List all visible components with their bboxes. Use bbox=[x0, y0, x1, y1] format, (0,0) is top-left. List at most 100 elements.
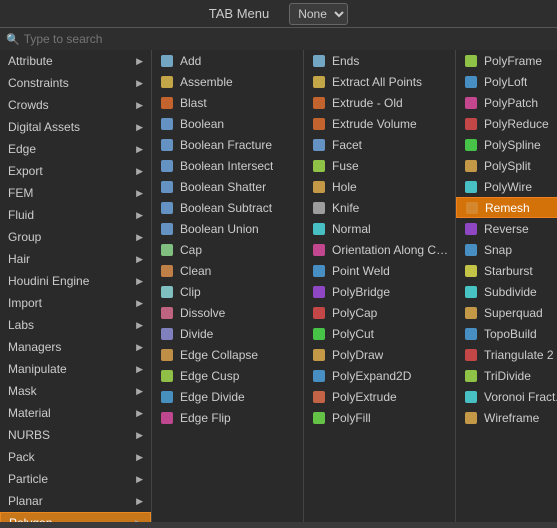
edgediv-icon bbox=[158, 388, 176, 406]
menu-item-superquad[interactable]: Superquad bbox=[456, 302, 557, 323]
menu-item-tridivide[interactable]: TriDivide bbox=[456, 365, 557, 386]
submenu-col3: PolyFramePolyLoftPolyPatchPolyReducePoly… bbox=[456, 50, 557, 522]
none-dropdown[interactable]: None bbox=[289, 3, 348, 25]
menu-item-clip[interactable]: Clip bbox=[152, 281, 303, 302]
menu-item-label: Edge Cusp bbox=[180, 369, 239, 383]
sidebar-item-planar[interactable]: Planar▶ bbox=[0, 490, 151, 512]
menu-item-extract-all-points[interactable]: Extract All Points bbox=[304, 71, 455, 92]
menu-item-topobuild[interactable]: TopoBuild bbox=[456, 323, 557, 344]
menu-item-extrude-old[interactable]: Extrude - Old bbox=[304, 92, 455, 113]
sidebar-item-import[interactable]: Import▶ bbox=[0, 292, 151, 314]
menu-item-polycap[interactable]: PolyCap bbox=[304, 302, 455, 323]
bool-icon bbox=[158, 136, 176, 154]
menu-item-ends[interactable]: Ends bbox=[304, 50, 455, 71]
menu-item-polyloft[interactable]: PolyLoft bbox=[456, 71, 557, 92]
menu-item-hole[interactable]: Hole bbox=[304, 176, 455, 197]
menu-item-assemble[interactable]: Assemble bbox=[152, 71, 303, 92]
menu-item-label: Hole bbox=[332, 180, 357, 194]
menu-item-extrude-volume[interactable]: Extrude Volume bbox=[304, 113, 455, 134]
sidebar-item-hair[interactable]: Hair▶ bbox=[0, 248, 151, 270]
sidebar-item-material[interactable]: Material▶ bbox=[0, 402, 151, 424]
bool-icon bbox=[158, 178, 176, 196]
snap-icon bbox=[462, 241, 480, 259]
menu-item-remesh[interactable]: Remesh bbox=[456, 197, 557, 218]
sidebar-item-group[interactable]: Group▶ bbox=[0, 226, 151, 248]
menu-item-boolean-intersect[interactable]: Boolean Intersect bbox=[152, 155, 303, 176]
sidebar-item-attribute[interactable]: Attribute▶ bbox=[0, 50, 151, 72]
menu-item-label: Orientation Along Curve bbox=[332, 243, 449, 257]
menu-item-edge-cusp[interactable]: Edge Cusp bbox=[152, 365, 303, 386]
menu-item-polyextrude[interactable]: PolyExtrude bbox=[304, 386, 455, 407]
menu-item-label: Boolean Intersect bbox=[180, 159, 273, 173]
menu-item-orientation-along-curve[interactable]: Orientation Along Curve bbox=[304, 239, 455, 260]
menu-item-snap[interactable]: Snap bbox=[456, 239, 557, 260]
sidebar-item-export[interactable]: Export▶ bbox=[0, 160, 151, 182]
sidebar-item-manipulate[interactable]: Manipulate▶ bbox=[0, 358, 151, 380]
menu-item-normal[interactable]: Normal bbox=[304, 218, 455, 239]
sidebar-item-polygon[interactable]: Polygon▶ bbox=[0, 512, 151, 522]
sidebar-item-digital-assets[interactable]: Digital Assets▶ bbox=[0, 116, 151, 138]
menu-item-polyreduce[interactable]: PolyReduce bbox=[456, 113, 557, 134]
polywire-icon bbox=[462, 178, 480, 196]
menu-item-facet[interactable]: Facet bbox=[304, 134, 455, 155]
menu-item-knife[interactable]: Knife bbox=[304, 197, 455, 218]
sidebar-item-particle[interactable]: Particle▶ bbox=[0, 468, 151, 490]
menu-item-clean[interactable]: Clean bbox=[152, 260, 303, 281]
sidebar-item-fluid[interactable]: Fluid▶ bbox=[0, 204, 151, 226]
chevron-right-icon: ▶ bbox=[136, 166, 143, 177]
sidebar-item-crowds[interactable]: Crowds▶ bbox=[0, 94, 151, 116]
sidebar-item-pack[interactable]: Pack▶ bbox=[0, 446, 151, 468]
menu-item-polyexpand2d[interactable]: PolyExpand2D bbox=[304, 365, 455, 386]
sidebar-item-fem[interactable]: FEM▶ bbox=[0, 182, 151, 204]
menu-item-point-weld[interactable]: Point Weld bbox=[304, 260, 455, 281]
menu-item-boolean-fracture[interactable]: Boolean Fracture bbox=[152, 134, 303, 155]
menu-item-edge-flip[interactable]: Edge Flip bbox=[152, 407, 303, 428]
menu-item-polyframe[interactable]: PolyFrame bbox=[456, 50, 557, 71]
flip-icon bbox=[158, 409, 176, 427]
menu-item-boolean-union[interactable]: Boolean Union bbox=[152, 218, 303, 239]
menu-item-starburst[interactable]: Starburst bbox=[456, 260, 557, 281]
content-area: AddAssembleBlastBooleanBoolean Fracture B… bbox=[152, 50, 557, 522]
menu-item-add[interactable]: Add bbox=[152, 50, 303, 71]
menu-item-blast[interactable]: Blast bbox=[152, 92, 303, 113]
menu-item-polybridge[interactable]: PolyBridge bbox=[304, 281, 455, 302]
sidebar-item-edge[interactable]: Edge▶ bbox=[0, 138, 151, 160]
menu-item-subdivide[interactable]: Subdivide bbox=[456, 281, 557, 302]
menu-item-divide[interactable]: Divide bbox=[152, 323, 303, 344]
menu-item-cap[interactable]: Cap bbox=[152, 239, 303, 260]
menu-item-wireframe[interactable]: Wireframe bbox=[456, 407, 557, 428]
tridivide-icon bbox=[462, 367, 480, 385]
menu-item-polyspline[interactable]: PolySpline bbox=[456, 134, 557, 155]
menu-item-reverse[interactable]: Reverse bbox=[456, 218, 557, 239]
menu-item-polypatch[interactable]: PolyPatch bbox=[456, 92, 557, 113]
menu-item-dissolve[interactable]: Dissolve bbox=[152, 302, 303, 323]
menu-item-polywire[interactable]: PolyWire bbox=[456, 176, 557, 197]
menu-item-voronoi-fract...[interactable]: Voronoi Fract... bbox=[456, 386, 557, 407]
sidebar-item-label: Managers bbox=[8, 340, 61, 354]
extrude-icon bbox=[310, 115, 328, 133]
sidebar-item-labs[interactable]: Labs▶ bbox=[0, 314, 151, 336]
menu-item-polysplit[interactable]: PolySplit bbox=[456, 155, 557, 176]
menu-item-label: Extrude Volume bbox=[332, 117, 417, 131]
sidebar-item-managers[interactable]: Managers▶ bbox=[0, 336, 151, 358]
sidebar-item-mask[interactable]: Mask▶ bbox=[0, 380, 151, 402]
menu-item-boolean-subtract[interactable]: Boolean Subtract bbox=[152, 197, 303, 218]
menu-item-polydraw[interactable]: PolyDraw bbox=[304, 344, 455, 365]
sidebar-item-constraints[interactable]: Constraints▶ bbox=[0, 72, 151, 94]
sidebar-item-houdini-engine[interactable]: Houdini Engine▶ bbox=[0, 270, 151, 292]
sidebar-item-label: FEM bbox=[8, 186, 33, 200]
polycut-icon bbox=[310, 325, 328, 343]
menu-item-fuse[interactable]: Fuse bbox=[304, 155, 455, 176]
menu-item-polyfill[interactable]: PolyFill bbox=[304, 407, 455, 428]
divide-icon bbox=[158, 325, 176, 343]
menu-item-triangulate-2[interactable]: Triangulate 2 bbox=[456, 344, 557, 365]
menu-item-boolean-shatter[interactable]: Boolean Shatter bbox=[152, 176, 303, 197]
search-input[interactable] bbox=[24, 32, 154, 46]
menu-item-label: Reverse bbox=[484, 222, 529, 236]
menu-item-label: Edge Flip bbox=[180, 411, 231, 425]
menu-item-boolean[interactable]: Boolean bbox=[152, 113, 303, 134]
menu-item-edge-divide[interactable]: Edge Divide bbox=[152, 386, 303, 407]
menu-item-edge-collapse[interactable]: Edge Collapse bbox=[152, 344, 303, 365]
menu-item-polycut[interactable]: PolyCut bbox=[304, 323, 455, 344]
sidebar-item-nurbs[interactable]: NURBS▶ bbox=[0, 424, 151, 446]
